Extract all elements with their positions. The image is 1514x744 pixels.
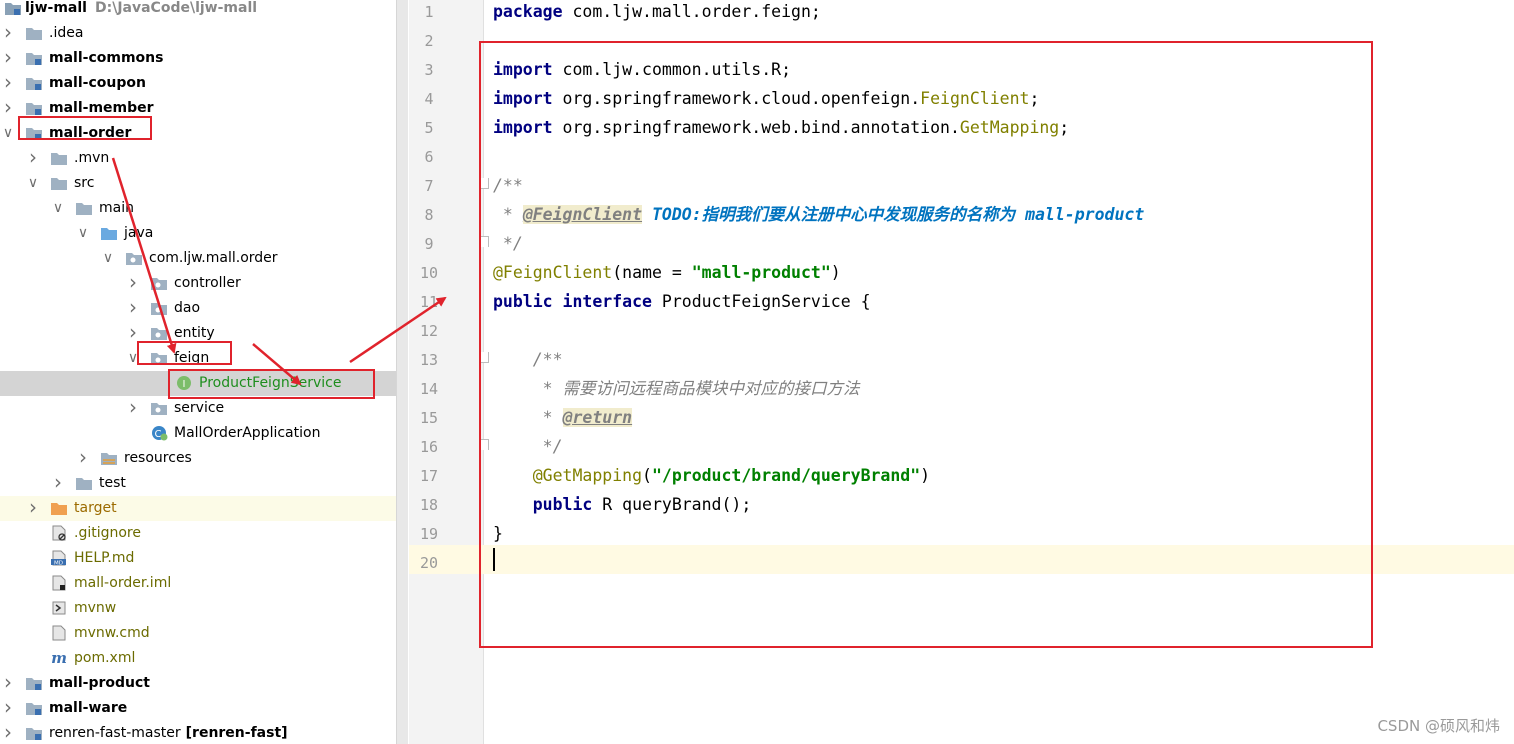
annotation-arrows <box>111 157 447 386</box>
arrow-service-to-code <box>349 296 447 364</box>
arrow-feign-to-service <box>252 343 302 386</box>
arrow-order-to-feign <box>111 157 177 354</box>
watermark: CSDN @硕风和炜 <box>1377 717 1500 735</box>
